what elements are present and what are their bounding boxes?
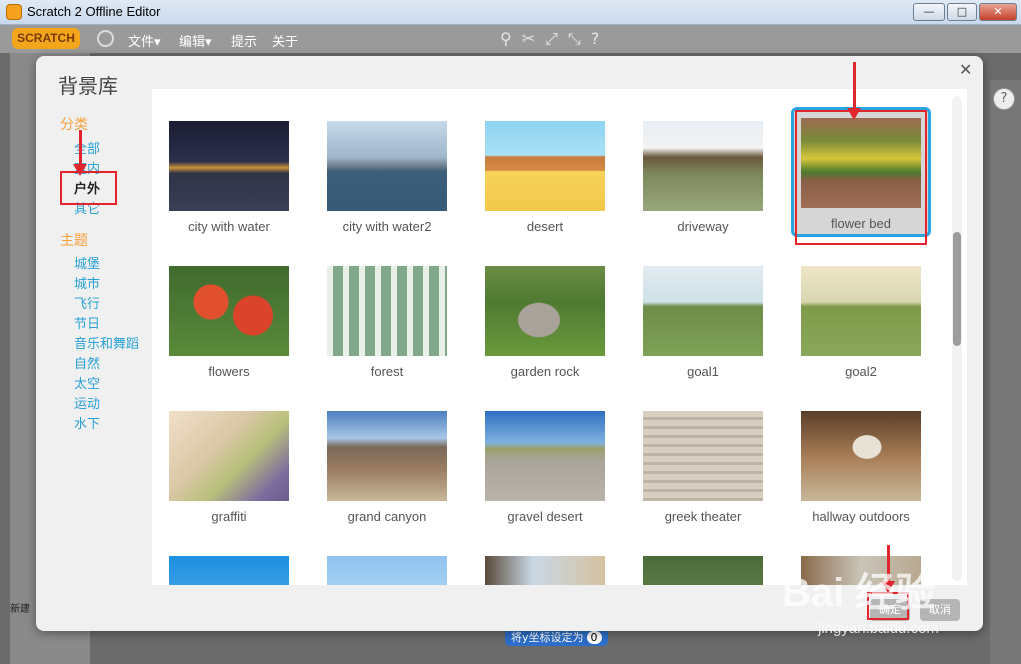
baidu-watermark: Bai 经验 [782,571,936,615]
backdrop-tile[interactable] [475,545,615,585]
scratch-logo: SCRATCH [12,28,80,49]
backdrop-tile[interactable]: driveway [633,110,773,240]
menu-edit[interactable]: 编辑▾ [179,31,212,50]
mansion-driveway-icon [643,121,763,211]
backdrop-label: gravel desert [507,509,583,524]
category-all[interactable]: 全部 [74,138,100,157]
backdrop-label: graffiti [211,509,247,524]
gravel-road-icon [485,411,605,501]
category-heading: 分类 [60,117,88,133]
backdrop-tile[interactable] [633,545,773,585]
dialog-title: 背景库 [58,74,118,98]
canyon-icon [327,411,447,501]
city-skyline-night-icon [169,121,289,211]
backdrop-tile[interactable]: city with water [159,110,299,240]
backdrop-tile[interactable]: goal1 [633,255,773,385]
flower-bed-highlight-box [795,110,927,245]
flower-bed-arrow [847,62,861,120]
close-window-button[interactable]: ✕ [979,3,1017,21]
set-y-block-value[interactable]: 0 [586,631,602,644]
backdrop-tile[interactable]: flowers [159,255,299,385]
city-skyline-day-icon [327,121,447,211]
backdrop-label: flowers [208,364,250,379]
backdrop-label: forest [370,364,404,379]
cartoon-desert-icon [485,121,605,211]
rock-on-grass-icon [485,266,605,356]
backdrop-label: greek theater [664,509,742,524]
theme-space[interactable]: 太空 [74,373,100,392]
scripts-area-edge [990,80,1021,664]
minimize-button[interactable]: — [913,3,945,21]
backdrop-tile[interactable]: garden rock [475,255,615,385]
theme-city[interactable]: 城市 [74,273,100,292]
backdrop-tile[interactable]: gravel desert [475,400,615,530]
backdrop-tile[interactable] [317,545,457,585]
backdrop-label: city with water2 [342,219,432,234]
backdrop-tile[interactable]: hallway outdoors [791,400,931,530]
theme-music-dance[interactable]: 音乐和舞蹈 [74,333,139,352]
menu-tips[interactable]: 提示 [231,31,257,50]
backdrop-label: hallway outdoors [812,509,910,524]
backdrop-tile[interactable]: goal2 [791,255,931,385]
set-y-block-text: 将y坐标设定为 [511,631,584,644]
theme-holiday[interactable]: 节日 [74,313,100,332]
help-icon[interactable]: ? [993,88,1015,110]
sky-partial-icon [169,556,289,585]
window-titlebar: Scratch 2 Offline Editor — □ ✕ [0,0,1021,25]
trees-partial-icon [643,556,763,585]
backdrop-tile[interactable] [159,545,299,585]
dialog-close-icon[interactable]: ✕ [959,60,972,79]
backdrop-label: grand canyon [347,509,427,524]
sky-partial-2-icon [327,556,447,585]
backdrop-label: driveway [677,219,729,234]
graffiti-wall-icon [169,411,289,501]
theme-castle[interactable]: 城堡 [74,253,100,272]
scratch-cat-icon [6,4,22,20]
baidu-watermark-url: jingyan.baidu.com [818,620,939,637]
outdoor-arrow [73,130,87,176]
window-title: Scratch 2 Offline Editor [27,4,161,19]
theme-underwater[interactable]: 水下 [74,413,100,432]
backdrop-label: city with water [188,219,270,234]
language-globe-icon[interactable] [97,30,114,47]
backdrop-tile[interactable]: grand canyon [317,400,457,530]
backdrop-label: desert [526,219,564,234]
toolbar-tool-icons[interactable]: ⚲✂⤢⤡? [500,29,609,49]
birch-forest-icon [327,266,447,356]
menu-file[interactable]: 文件▾ [128,31,161,50]
backdrop-label: goal1 [687,364,719,379]
amphitheater-icon [643,411,763,501]
theme-nature[interactable]: 自然 [74,353,100,372]
theme-sports[interactable]: 运动 [74,393,100,412]
soccer-goal-2-icon [801,266,921,356]
outdoor-highlight-box [60,171,117,205]
grid-scrollbar-thumb[interactable] [953,232,961,346]
backdrop-tile[interactable]: desert [475,110,615,240]
arched-hallway-icon [801,411,921,501]
backdrop-tile[interactable]: greek theater [633,400,773,530]
scratch-menubar: SCRATCH 文件▾ 编辑▾ 提示 关于 ⚲✂⤢⤡? [0,25,1021,53]
menu-about[interactable]: 关于 [272,31,298,50]
backdrop-tile[interactable]: forest [317,255,457,385]
backdrop-label: goal2 [845,364,877,379]
backdrop-tile[interactable]: graffiti [159,400,299,530]
backdrop-label: garden rock [510,364,580,379]
building-partial-icon [485,556,605,585]
soccer-goal-icon [643,266,763,356]
theme-heading: 主题 [60,233,88,249]
maximize-button[interactable]: □ [947,3,977,21]
backdrop-tile[interactable]: city with water2 [317,110,457,240]
theme-flying[interactable]: 飞行 [74,293,100,312]
red-flowers-icon [169,266,289,356]
